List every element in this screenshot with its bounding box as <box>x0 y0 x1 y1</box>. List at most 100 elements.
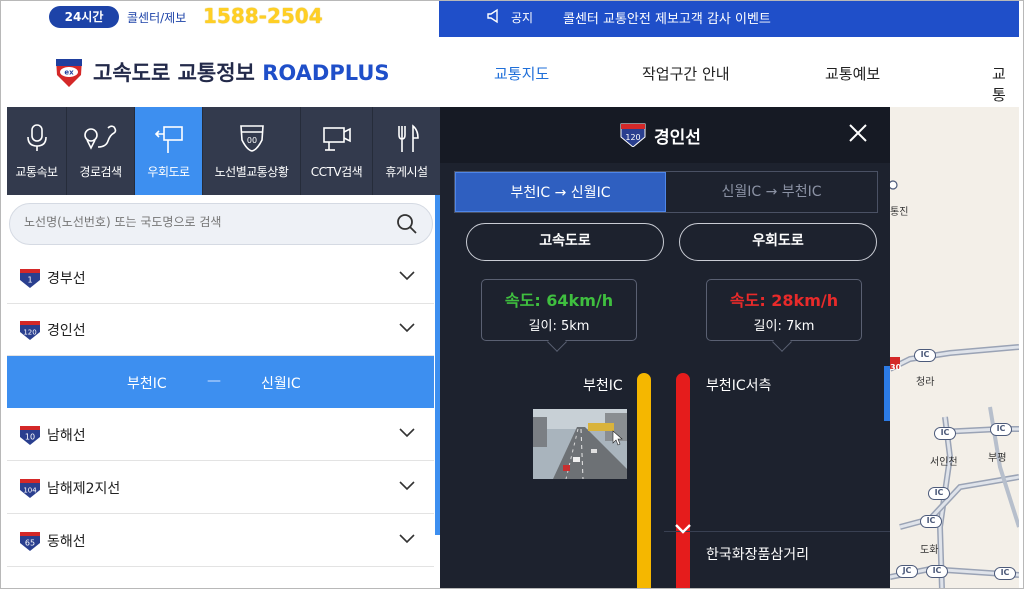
route-icon <box>83 125 116 150</box>
section-from: 부천IC <box>127 376 167 392</box>
route-number: 1 <box>27 276 32 285</box>
map-label: 도화 <box>920 545 939 556</box>
tab-rest-area[interactable]: 휴게시설 <box>373 107 440 195</box>
route-name: 남해제2지선 <box>47 481 121 497</box>
microphone-icon <box>26 124 47 151</box>
detail-title: 경인선 <box>654 128 701 148</box>
highway-shield-icon: 104 <box>20 479 40 498</box>
notice-label: 공지 <box>511 11 534 25</box>
callcenter-number[interactable]: 1588-2504 <box>203 4 323 28</box>
ex-logo-icon[interactable]: ex <box>53 55 85 87</box>
chevron-down-icon <box>399 534 415 544</box>
map-label: 청라 <box>916 377 935 388</box>
chevron-down-icon <box>399 428 415 438</box>
map-label: 통진 <box>890 207 909 218</box>
info-box-tail <box>772 332 792 352</box>
route-name: 경부선 <box>47 271 86 287</box>
highway-speed-bar <box>637 373 651 588</box>
route-item-gyeongbu[interactable]: 1 경부선 <box>7 252 434 304</box>
route-name: 경인선 <box>47 323 86 339</box>
section-divider <box>664 531 890 532</box>
highway-speed: 속도: 64km/h <box>504 291 614 310</box>
route-name: 동해선 <box>47 534 86 550</box>
detour-speed: 속도: 28km/h <box>729 291 839 310</box>
tab-label: 노선별교통상황 <box>214 165 289 179</box>
megaphone-icon <box>487 8 498 24</box>
route-number: 120 <box>23 329 36 337</box>
tab-detour[interactable]: 우회도로 <box>135 107 203 195</box>
chevron-down-icon[interactable] <box>672 521 694 539</box>
logo-brand: ROADPLUS <box>262 61 390 85</box>
direction-tab-forward[interactable]: 부천IC → 신월IC <box>455 172 666 212</box>
chevron-down-icon <box>399 481 415 491</box>
section-separator: — <box>207 373 221 389</box>
tab-route-search[interactable]: 경로검색 <box>67 107 135 195</box>
menu-tabs: 교통속보 경로검색 우회도로 00 노선별교통상황 CCTV검색 휴게시설 <box>7 107 440 195</box>
direction-tabs: 부천IC → 신월IC 신월IC → 부천IC <box>454 171 878 213</box>
traffic-map[interactable]: 통진 청라 서인천 부평 도화 30 IC IC IC IC IC JC IC … <box>890 107 1019 588</box>
browser-frame: 24시간 콜센터/제보 1588-2504 공지 콜센터 교통안전 제보고객 감… <box>0 0 1024 589</box>
route-tag: 30 <box>890 363 902 372</box>
nav-traffic-more[interactable]: 교통 <box>992 63 1019 105</box>
site-header: ex 고속도로 교통정보 ROADPLUS 교통지도 작업구간 안내 교통예보 … <box>7 37 1019 107</box>
nav-traffic-map[interactable]: 교통지도 <box>494 63 549 84</box>
highway-length: 길이: 5km <box>528 319 590 334</box>
route-search-box <box>9 203 433 245</box>
map-label: 부평 <box>988 453 1007 464</box>
highway-shield-icon: 120 <box>20 321 40 340</box>
tab-route-traffic[interactable]: 00 노선별교통상황 <box>203 107 301 195</box>
search-icon[interactable] <box>396 213 418 235</box>
callcenter-area: 24시간 콜센터/제보 1588-2504 <box>7 1 439 37</box>
route-item-gyeongin[interactable]: 120 경인선 <box>7 304 434 356</box>
tab-label: 경로검색 <box>79 165 122 179</box>
direction-tab-reverse[interactable]: 신월IC → 부천IC <box>666 172 877 212</box>
route-item-donghae[interactable]: 65 동해선 <box>7 515 434 567</box>
detour-next-label: 한국화장품삼거리 <box>706 547 810 563</box>
ic-marker[interactable]: IC <box>934 427 956 440</box>
svg-text:ex: ex <box>64 69 74 77</box>
highway-start-label: 부천IC <box>583 378 623 394</box>
cctv-camera-icon <box>322 127 351 151</box>
detour-detail-panel: 120 경인선 부천IC → 신월IC 신월IC → 부천IC 고속도로 우회도… <box>440 107 890 588</box>
highway-shield-icon: 120 <box>620 123 646 147</box>
detour-speed-bar <box>676 373 690 588</box>
highway-shield-icon: 65 <box>20 532 40 551</box>
cctv-road-image <box>533 409 627 479</box>
highway-info-box: 속도: 64km/h 길이: 5km <box>481 279 637 352</box>
nav-traffic-forecast[interactable]: 교통예보 <box>825 63 880 84</box>
detail-shield-number: 120 <box>625 133 640 142</box>
highway-shield-icon: 00 <box>239 125 264 152</box>
nav-work-zone[interactable]: 작업구간 안내 <box>642 63 730 84</box>
ic-marker[interactable]: IC <box>926 565 948 578</box>
chevron-down-icon <box>399 271 415 281</box>
jc-marker[interactable]: JC <box>896 565 918 578</box>
site-logo[interactable]: 고속도로 교통정보 ROADPLUS <box>93 57 390 87</box>
left-panel: 교통속보 경로검색 우회도로 00 노선별교통상황 CCTV검색 휴게시설 노선… <box>7 107 440 588</box>
tab-label: 우회도로 <box>147 165 190 179</box>
section-to: 신월IC <box>261 376 301 392</box>
ic-marker[interactable]: IC <box>920 515 942 528</box>
route-item-namhae-2[interactable]: 104 남해제2지선 <box>7 462 434 514</box>
highway-shield-icon: 1 <box>20 269 40 288</box>
ic-marker[interactable]: IC <box>990 423 1012 436</box>
route-search-input[interactable] <box>24 215 364 229</box>
tab-label: 휴게시설 <box>385 165 428 179</box>
close-icon[interactable] <box>848 123 868 143</box>
selected-section-row[interactable]: 부천IC — 신월IC <box>7 356 434 408</box>
highway-pill-button[interactable]: 고속도로 <box>466 223 664 261</box>
cctv-thumbnail[interactable] <box>533 409 627 479</box>
route-item-namhae[interactable]: 10 남해선 <box>7 409 434 461</box>
fork-knife-icon <box>397 124 419 152</box>
ic-marker[interactable]: IC <box>928 487 950 500</box>
top-utility-bar: 24시간 콜센터/제보 1588-2504 공지 콜센터 교통안전 제보고객 감… <box>7 1 1019 37</box>
highway-shield-icon: 10 <box>20 426 40 445</box>
tab-cctv-search[interactable]: CCTV검색 <box>301 107 373 195</box>
ic-marker[interactable]: IC <box>914 349 936 362</box>
route-number: 65 <box>25 539 35 548</box>
ic-marker[interactable]: IC <box>994 567 1016 580</box>
map-label: 서인천 <box>930 457 958 468</box>
tab-traffic-news[interactable]: 교통속보 <box>7 107 67 195</box>
route-name: 남해선 <box>47 428 86 444</box>
detour-pill-button[interactable]: 우회도로 <box>679 223 877 261</box>
notice-text[interactable]: 콜센터 교통안전 제보고객 감사 이벤트 <box>563 8 771 27</box>
